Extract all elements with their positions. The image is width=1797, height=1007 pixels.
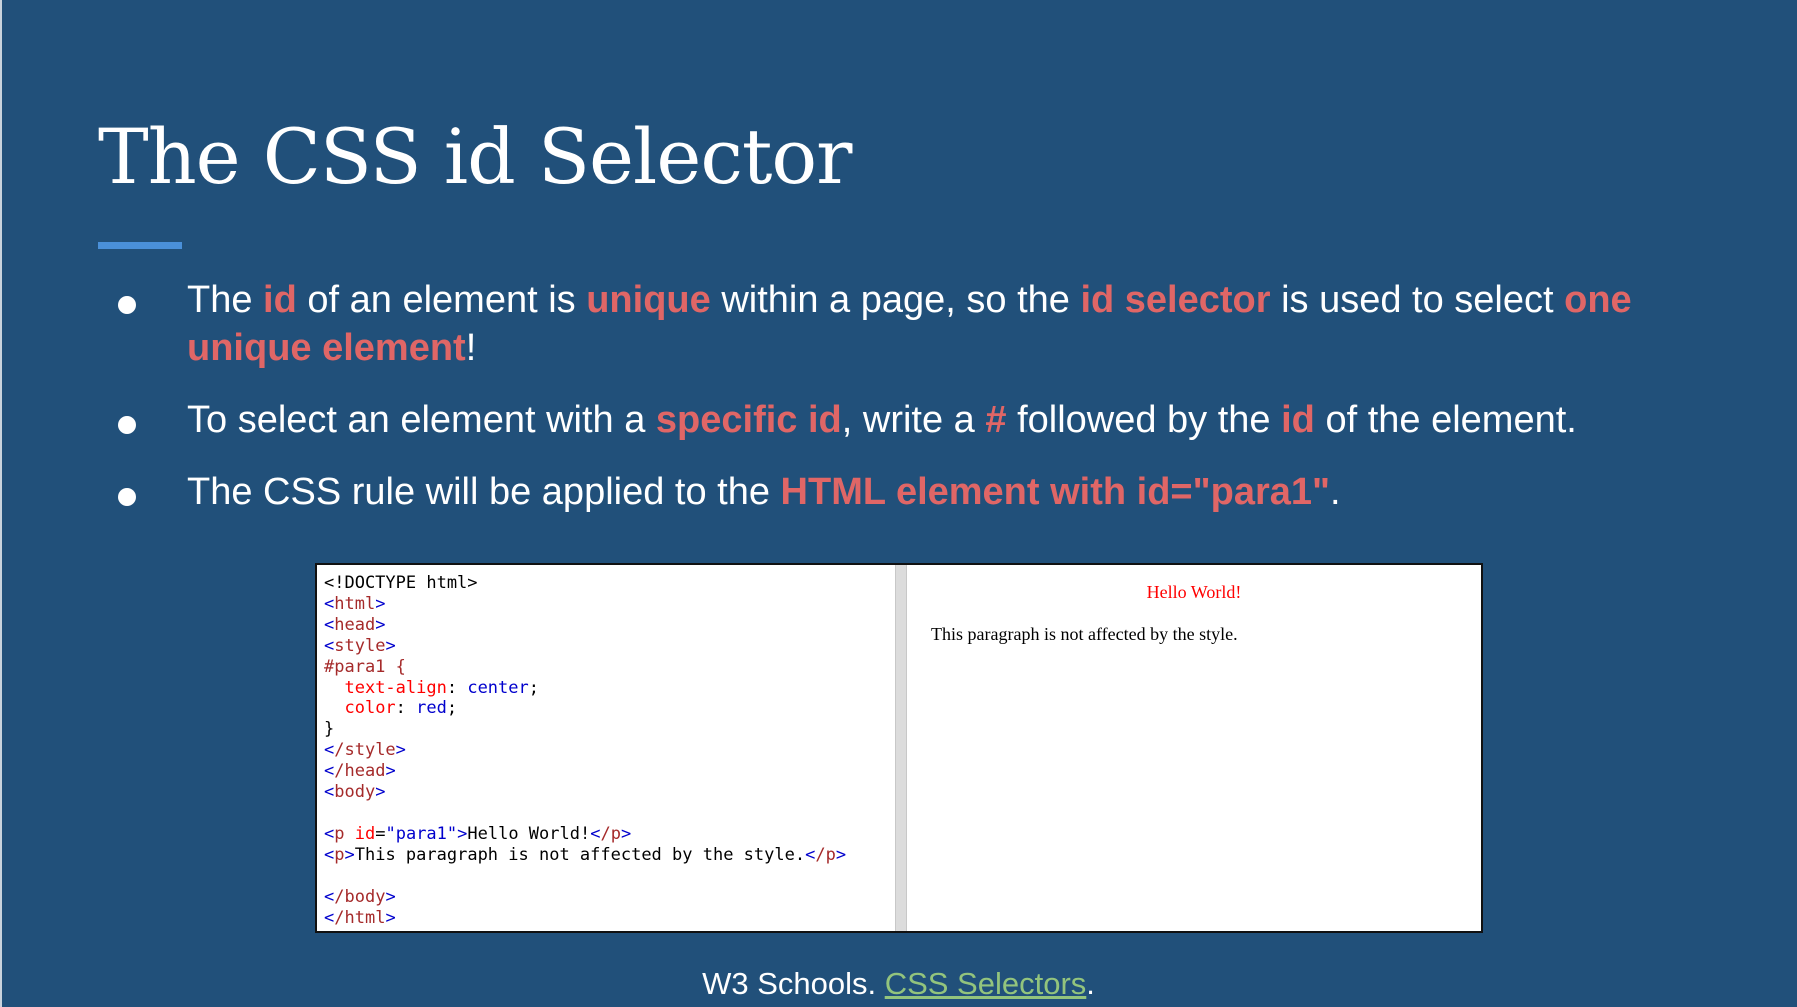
highlight-text: # — [985, 399, 1007, 441]
title-underline — [98, 242, 182, 249]
highlight-text: id — [263, 279, 297, 321]
slide-title: The CSS id Selector — [98, 112, 853, 201]
bullet-item: To select an element with a specific id,… — [118, 396, 1738, 444]
bullet-item: The id of an element is unique within a … — [118, 276, 1738, 372]
highlight-text: specific id — [655, 399, 842, 441]
preview-para1: Hello World! — [1146, 582, 1242, 602]
highlight-text: HTML element with id="para1" — [780, 471, 1331, 513]
preview-para2: This paragraph is not affected by the st… — [931, 624, 1238, 644]
highlight-text: id selector — [1080, 279, 1271, 321]
bullet-item: The CSS rule will be applied to the HTML… — [118, 468, 1738, 516]
highlight-text: unique — [586, 279, 711, 321]
highlight-text: id — [1281, 399, 1315, 441]
slide-edge — [0, 0, 2, 1007]
result-preview: Hello World! This paragraph is not affec… — [907, 565, 1481, 931]
bullet-dot-icon — [118, 416, 136, 434]
panel-divider-handle[interactable] — [895, 565, 907, 931]
css-selectors-link[interactable]: CSS Selectors — [885, 966, 1087, 1001]
slide: The CSS id Selector The id of an element… — [0, 0, 1797, 1007]
source-citation: W3 Schools. CSS Selectors. — [702, 966, 1095, 1001]
bullet-dot-icon — [118, 488, 136, 506]
code-editor[interactable]: <!DOCTYPE html> <html> <head> <style> #p… — [317, 565, 895, 931]
bullet-list: The id of an element is unique within a … — [118, 276, 1738, 540]
code-demo-panel: <!DOCTYPE html> <html> <head> <style> #p… — [315, 563, 1483, 933]
bullet-dot-icon — [118, 296, 136, 314]
